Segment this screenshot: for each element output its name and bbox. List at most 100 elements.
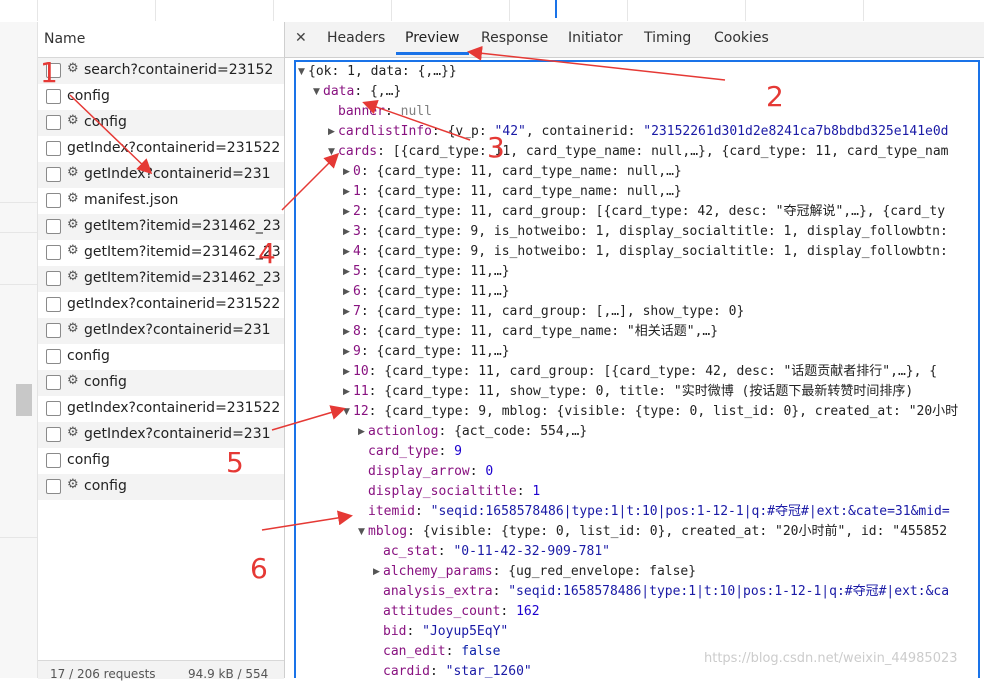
- json-tree-line[interactable]: mblog: {visible: {type: 0, list_id: 0}, …: [368, 522, 947, 542]
- json-tree-line[interactable]: 5: {card_type: 11,…}: [353, 262, 510, 282]
- row-checkbox[interactable]: [46, 401, 61, 416]
- request-row[interactable]: ⚙ getItem?itemid=231462_23: [38, 266, 284, 292]
- tab-cookies[interactable]: Cookies: [714, 30, 769, 46]
- json-value: "0-11-42-32-909-781": [453, 544, 610, 559]
- row-checkbox[interactable]: [46, 193, 61, 208]
- tab-timing[interactable]: Timing: [644, 30, 691, 46]
- divider: [0, 202, 37, 203]
- expanded-triangle-icon[interactable]: ▼: [313, 87, 320, 97]
- json-tree-line[interactable]: cardlistInfo: {v_p: "42", containerid: "…: [338, 122, 949, 142]
- request-row[interactable]: config: [38, 448, 284, 474]
- json-tree-line[interactable]: 11: {card_type: 11, show_type: 0, title:…: [353, 382, 913, 402]
- request-row[interactable]: ⚙ getIndex?containerid=231: [38, 422, 284, 448]
- collapsed-triangle-icon[interactable]: ▶: [343, 267, 350, 277]
- row-checkbox[interactable]: [46, 115, 61, 130]
- json-preview-panel[interactable]: ▼ {ok: 1, data: {,…}} ▼ data: {,…} banner: n…: [294, 60, 980, 678]
- collapsed-triangle-icon[interactable]: ▶: [343, 327, 350, 337]
- json-tree-line[interactable]: 3: {card_type: 9, is_hotweibo: 1, displa…: [353, 222, 948, 242]
- request-row[interactable]: config: [38, 344, 284, 370]
- json-tree-line[interactable]: 7: {card_type: 11, card_group: [,…], sho…: [353, 302, 744, 322]
- json-tree-line[interactable]: 2: {card_type: 11, card_group: [{card_ty…: [353, 202, 945, 222]
- json-tree-line[interactable]: 12: {card_type: 9, mblog: {visible: {typ…: [353, 402, 958, 422]
- json-key: 11: [353, 384, 369, 399]
- request-name: getItem?itemid=231462_23: [84, 244, 281, 260]
- expanded-triangle-icon[interactable]: ▼: [343, 407, 350, 417]
- collapsed-triangle-icon[interactable]: ▶: [343, 387, 350, 397]
- json-key: actionlog: [368, 424, 439, 439]
- expanded-triangle-icon[interactable]: ▼: [298, 67, 305, 77]
- json-value: : {card_type: 11, show_type: 0, title: "…: [368, 384, 914, 399]
- json-tree-line[interactable]: 9: {card_type: 11,…}: [353, 342, 510, 362]
- row-checkbox[interactable]: [46, 297, 61, 312]
- json-value: : {card_type: 11,…}: [360, 264, 510, 279]
- json-tree-line[interactable]: data: {,…}: [323, 82, 401, 102]
- tab-preview[interactable]: Preview: [405, 30, 460, 46]
- collapsed-triangle-icon[interactable]: ▶: [343, 367, 350, 377]
- collapsed-triangle-icon[interactable]: ▶: [343, 227, 350, 237]
- tab-headers[interactable]: Headers: [327, 30, 385, 46]
- collapsed-triangle-icon[interactable]: ▶: [343, 287, 350, 297]
- request-row[interactable]: ⚙ config: [38, 370, 284, 396]
- request-row[interactable]: ⚙ getItem?itemid=231462_23: [38, 240, 284, 266]
- json-tree-line[interactable]: actionlog: {act_code: 554,…}: [368, 422, 587, 442]
- strip-cell: [155, 0, 274, 21]
- json-tree-line[interactable]: 10: {card_type: 11, card_group: [{card_t…: [353, 362, 937, 382]
- request-row[interactable]: ⚙ search?containerid=23152: [38, 58, 284, 84]
- collapsed-triangle-icon[interactable]: ▶: [358, 427, 365, 437]
- json-tree-line[interactable]: 4: {card_type: 9, is_hotweibo: 1, displa…: [353, 242, 948, 262]
- request-row[interactable]: ⚙ getIndex?containerid=231: [38, 318, 284, 344]
- collapsed-triangle-icon[interactable]: ▶: [343, 207, 350, 217]
- row-checkbox[interactable]: [46, 349, 61, 364]
- row-checkbox[interactable]: [46, 167, 61, 182]
- row-checkbox[interactable]: [46, 323, 61, 338]
- json-tree-line[interactable]: 6: {card_type: 11,…}: [353, 282, 510, 302]
- json-tree-line[interactable]: 1: {card_type: 11, card_type_name: null,…: [353, 182, 682, 202]
- json-value: : {card_type: 11,…}: [360, 284, 510, 299]
- json-value: : [{card_type: 11, card_type_name: null,…: [377, 144, 949, 159]
- request-row[interactable]: ⚙ manifest.json: [38, 188, 284, 214]
- row-checkbox[interactable]: [46, 453, 61, 468]
- json-tree-line[interactable]: 8: {card_type: 11, card_type_name: "相关话题…: [353, 322, 718, 342]
- request-row[interactable]: getIndex?containerid=231522: [38, 136, 284, 162]
- row-checkbox[interactable]: [46, 375, 61, 390]
- strip-cell: [273, 0, 392, 21]
- request-row[interactable]: ⚙ getIndex?containerid=231: [38, 162, 284, 188]
- row-checkbox[interactable]: [46, 89, 61, 104]
- row-checkbox[interactable]: [46, 245, 61, 260]
- expanded-triangle-icon[interactable]: ▼: [358, 527, 365, 537]
- gutter-scroll-thumb[interactable]: [16, 384, 32, 416]
- name-column-header[interactable]: Name: [38, 22, 284, 58]
- collapsed-triangle-icon[interactable]: ▶: [343, 307, 350, 317]
- request-row[interactable]: getIndex?containerid=231522: [38, 292, 284, 318]
- json-key: cardid: [383, 664, 430, 678]
- close-icon[interactable]: ✕: [295, 30, 307, 46]
- tab-initiator[interactable]: Initiator: [568, 30, 623, 46]
- collapsed-triangle-icon[interactable]: ▶: [343, 247, 350, 257]
- request-row[interactable]: ⚙ getItem?itemid=231462_23: [38, 214, 284, 240]
- json-key: mblog: [368, 524, 408, 539]
- collapsed-triangle-icon[interactable]: ▶: [373, 567, 380, 577]
- row-checkbox[interactable]: [46, 427, 61, 442]
- collapsed-triangle-icon[interactable]: ▶: [343, 187, 350, 197]
- row-checkbox[interactable]: [46, 141, 61, 156]
- json-key: data: [323, 84, 355, 99]
- row-checkbox[interactable]: [46, 479, 61, 494]
- request-row[interactable]: getIndex?containerid=231522: [38, 396, 284, 422]
- request-name: manifest.json: [84, 192, 179, 208]
- json-tree-line[interactable]: alchemy_params: {ug_red_envelope: false}: [383, 562, 696, 582]
- collapsed-triangle-icon[interactable]: ▶: [343, 167, 350, 177]
- row-checkbox[interactable]: [46, 219, 61, 234]
- left-gutter: [0, 22, 38, 678]
- tab-response[interactable]: Response: [481, 30, 548, 46]
- json-tree-line[interactable]: {ok: 1, data: {,…}}: [308, 62, 457, 82]
- collapsed-triangle-icon[interactable]: ▶: [328, 127, 335, 137]
- json-tree-line[interactable]: cards: [{card_type: 11, card_type_name: …: [338, 142, 949, 162]
- request-row[interactable]: ⚙ config: [38, 110, 284, 136]
- json-tree-line[interactable]: 0: {card_type: 11, card_type_name: null,…: [353, 162, 682, 182]
- collapsed-triangle-icon[interactable]: ▶: [343, 347, 350, 357]
- row-checkbox[interactable]: [46, 271, 61, 286]
- expanded-triangle-icon[interactable]: ▼: [328, 147, 335, 157]
- request-row[interactable]: ⚙ config: [38, 474, 284, 500]
- name-header-label: Name: [44, 31, 86, 47]
- request-row[interactable]: config: [38, 84, 284, 110]
